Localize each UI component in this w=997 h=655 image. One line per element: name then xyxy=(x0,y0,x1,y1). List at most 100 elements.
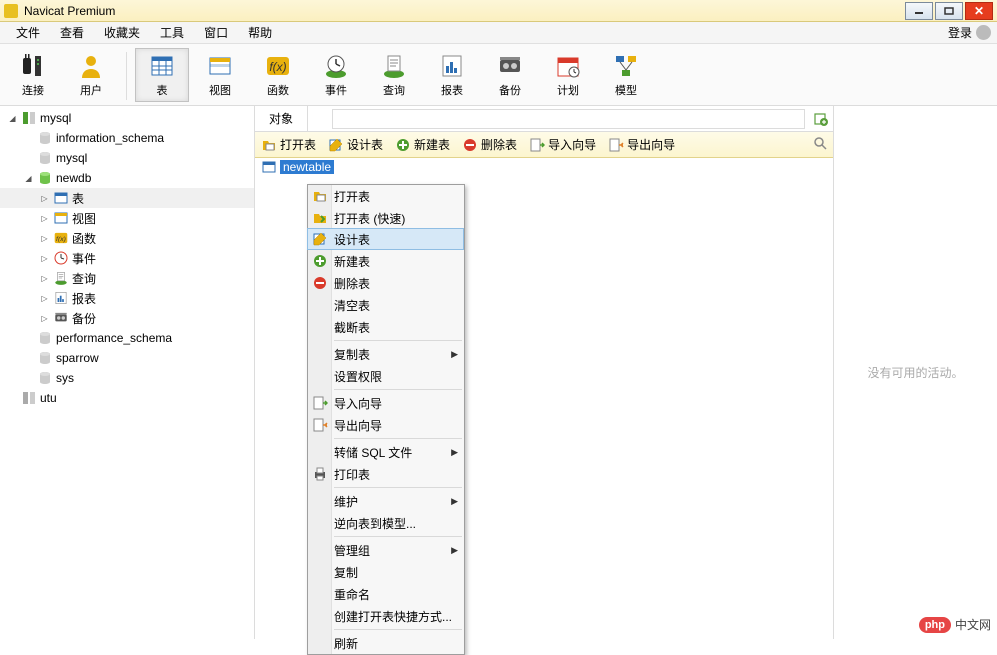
toolbar-backup-button[interactable]: 备份 xyxy=(483,48,537,102)
ctx--[interactable]: 刷新 xyxy=(308,632,464,654)
tree-expander-icon[interactable]: ▷ xyxy=(39,293,50,304)
ctx--[interactable]: 创建打开表快捷方式... xyxy=(308,605,464,627)
svg-text:f(x): f(x) xyxy=(269,60,286,74)
menu-window[interactable]: 窗口 xyxy=(194,24,238,42)
ctx--[interactable]: 打开表 xyxy=(308,185,464,207)
menu-help[interactable]: 帮助 xyxy=(238,24,282,42)
table-icon xyxy=(148,52,176,80)
backup-icon xyxy=(53,310,69,326)
tree-node-functions[interactable]: ▷f(x)函数 xyxy=(0,228,254,248)
tree-expander-icon[interactable]: ▷ xyxy=(39,313,50,324)
action-label: 导入向导 xyxy=(548,136,596,153)
toolbar-schedule-button[interactable]: 计划 xyxy=(541,48,595,102)
action-import-wizard[interactable]: 导入向导 xyxy=(529,136,596,153)
db-grey-icon xyxy=(37,330,53,346)
new-tab-button[interactable] xyxy=(809,111,833,127)
ctx--[interactable]: 清空表 xyxy=(308,294,464,316)
tree-expander-icon[interactable]: ▷ xyxy=(39,213,50,224)
ctx--[interactable]: 管理组▶ xyxy=(308,539,464,561)
toolbar-function-button[interactable]: f(x)函数 xyxy=(251,48,305,102)
toolbar-connect-button[interactable]: 连接 xyxy=(6,48,60,102)
menu-tools[interactable]: 工具 xyxy=(150,24,194,42)
ctx--[interactable]: 复制表▶ xyxy=(308,343,464,365)
address-box[interactable] xyxy=(332,109,805,129)
ctx--[interactable]: 重命名 xyxy=(308,583,464,605)
login-link[interactable]: 登录 xyxy=(948,24,972,41)
table-context-menu[interactable]: 打开表打开表 (快速)设计表新建表删除表清空表截断表复制表▶设置权限导入向导导出… xyxy=(307,184,465,655)
tree-node-queries[interactable]: ▷查询 xyxy=(0,268,254,288)
search-icon[interactable] xyxy=(813,136,827,153)
tree-db-information-schema[interactable]: information_schema xyxy=(0,128,254,148)
ctx-label: 删除表 xyxy=(334,275,370,292)
tree-expander-icon xyxy=(23,373,34,384)
window-maximize-button[interactable] xyxy=(935,2,963,20)
tree-node-backups[interactable]: ▷备份 xyxy=(0,308,254,328)
db-green-icon xyxy=(37,170,53,186)
ctx-label: 导入向导 xyxy=(334,395,382,412)
user-avatar-icon[interactable] xyxy=(976,25,991,40)
ctx--[interactable]: 设置权限 xyxy=(308,365,464,387)
toolbar-event-button[interactable]: 事件 xyxy=(309,48,363,102)
ctx--[interactable]: 新建表 xyxy=(308,250,464,272)
ctx--[interactable]: 逆向表到模型... xyxy=(308,512,464,534)
tree-label: mysql xyxy=(40,111,71,125)
tree-node-tables[interactable]: ▷表 xyxy=(0,188,254,208)
ctx--[interactable]: 打印表 xyxy=(308,463,464,485)
ctx-label: 刷新 xyxy=(334,635,358,652)
connection-tree[interactable]: ◢mysqlinformation_schemamysql◢newdb▷表▷视图… xyxy=(0,106,255,639)
menu-file[interactable]: 文件 xyxy=(6,24,50,42)
toolbar-model-button[interactable]: 模型 xyxy=(599,48,653,102)
toolbar-table-button[interactable]: 表 xyxy=(135,48,189,102)
ctx--[interactable]: 导出向导 xyxy=(308,414,464,436)
window-minimize-button[interactable] xyxy=(905,2,933,20)
action-open-table[interactable]: 打开表 xyxy=(261,136,316,153)
tree-conn-utu[interactable]: utu xyxy=(0,388,254,408)
menubar: 文件查看收藏夹工具窗口帮助 登录 xyxy=(0,22,997,44)
ctx--[interactable]: 设计表 xyxy=(307,228,464,250)
action-label: 新建表 xyxy=(414,136,450,153)
menu-view[interactable]: 查看 xyxy=(50,24,94,42)
toolbar-report-button[interactable]: 报表 xyxy=(425,48,479,102)
tree-expander-icon[interactable]: ▷ xyxy=(39,253,50,264)
toolbar-query-button[interactable]: 查询 xyxy=(367,48,421,102)
tab-objects[interactable]: 对象 xyxy=(255,106,308,131)
tree-expander-icon[interactable]: ▷ xyxy=(39,233,50,244)
ctx--[interactable]: 删除表 xyxy=(308,272,464,294)
tree-db-performance-schema[interactable]: performance_schema xyxy=(0,328,254,348)
ctx--[interactable]: 打开表 (快速) xyxy=(308,207,464,229)
print-icon xyxy=(312,466,328,482)
toolbar-user-button[interactable]: 用户 xyxy=(64,48,118,102)
tree-node-reports[interactable]: ▷报表 xyxy=(0,288,254,308)
ctx-label: 维护 xyxy=(334,493,358,510)
tree-db-sys[interactable]: sys xyxy=(0,368,254,388)
tree-node-events[interactable]: ▷事件 xyxy=(0,248,254,268)
ctx--SQL-[interactable]: 转储 SQL 文件▶ xyxy=(308,441,464,463)
ctx--[interactable]: 截断表 xyxy=(308,316,464,338)
ctx-label: 复制表 xyxy=(334,346,370,363)
list-item-newtable[interactable]: newtable xyxy=(255,158,833,176)
query-icon xyxy=(380,52,408,80)
tree-label: utu xyxy=(40,391,57,405)
tree-node-views[interactable]: ▷视图 xyxy=(0,208,254,228)
action-design-table[interactable]: 设计表 xyxy=(328,136,383,153)
action-delete-table[interactable]: 删除表 xyxy=(462,136,517,153)
ctx-label: 截断表 xyxy=(334,319,370,336)
action-new-table[interactable]: 新建表 xyxy=(395,136,450,153)
tree-db-sparrow[interactable]: sparrow xyxy=(0,348,254,368)
action-export-wizard[interactable]: 导出向导 xyxy=(608,136,675,153)
menu-favorites[interactable]: 收藏夹 xyxy=(94,24,150,42)
toolbar-view-button[interactable]: 视图 xyxy=(193,48,247,102)
tree-expander-icon[interactable]: ◢ xyxy=(23,173,34,184)
tree-expander-icon[interactable]: ▷ xyxy=(39,193,50,204)
tree-expander-icon xyxy=(23,333,34,344)
backup-icon xyxy=(496,52,524,80)
tree-conn-mysql[interactable]: ◢ mysql xyxy=(0,108,254,128)
tree-db-mysql[interactable]: mysql xyxy=(0,148,254,168)
ctx--[interactable]: 导入向导 xyxy=(308,392,464,414)
window-close-button[interactable]: ✕ xyxy=(965,2,993,20)
tree-expander-icon[interactable]: ◢ xyxy=(7,113,18,124)
tree-expander-icon[interactable]: ▷ xyxy=(39,273,50,284)
tree-db-newdb[interactable]: ◢newdb xyxy=(0,168,254,188)
ctx--[interactable]: 复制 xyxy=(308,561,464,583)
ctx--[interactable]: 维护▶ xyxy=(308,490,464,512)
